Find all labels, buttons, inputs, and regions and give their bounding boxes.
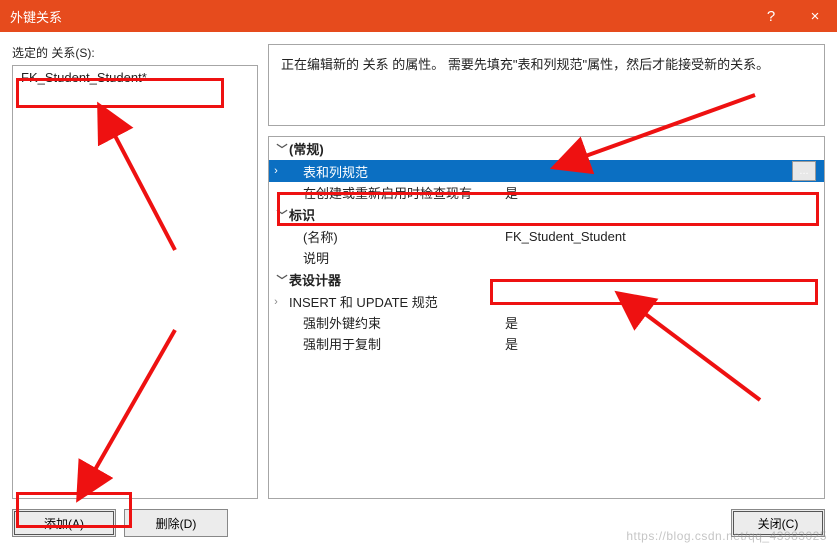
dialog-content: 选定的 关系(S): FK_Student_Student* 添加(A) 删除(… <box>0 32 837 549</box>
section-general[interactable]: ﹀ (常规) <box>269 137 824 160</box>
val-enforce-fk: 是 <box>501 313 818 332</box>
row-name[interactable]: (名称) FK_Student_Student <box>269 226 824 247</box>
key-check-existing: 在创建或重新启用时检查现有 <box>283 183 501 202</box>
titlebar: 外键关系 ? × <box>0 0 837 32</box>
help-icon[interactable]: ? <box>749 0 793 32</box>
val-enforce-repl: 是 <box>501 334 818 353</box>
section-ident[interactable]: ﹀ 标识 <box>269 203 824 226</box>
key-desc: 说明 <box>283 248 501 267</box>
key-enforce-repl: 强制用于复制 <box>283 334 501 353</box>
section-designer[interactable]: ﹀ 表设计器 <box>269 268 824 291</box>
section-general-label: (常规) <box>289 139 324 158</box>
add-button[interactable]: 添加(A) <box>12 509 116 537</box>
left-button-row: 添加(A) 删除(D) <box>12 509 258 537</box>
description-box: 正在编辑新的 关系 的属性。 需要先填充"表和列规范"属性，然后才能接受新的关系… <box>268 44 825 126</box>
chevron-down-icon: ﹀ <box>275 207 289 223</box>
close-icon[interactable]: × <box>793 0 837 32</box>
key-insert-update: INSERT 和 UPDATE 规范 <box>283 292 501 311</box>
key-enforce-fk: 强制外键约束 <box>283 313 501 332</box>
delete-button[interactable]: 删除(D) <box>124 509 228 537</box>
chevron-down-icon: ﹀ <box>275 141 289 157</box>
row-desc[interactable]: 说明 <box>269 247 824 268</box>
val-name[interactable]: FK_Student_Student <box>501 229 818 244</box>
chevron-right-icon: › <box>269 165 283 177</box>
left-panel: 选定的 关系(S): FK_Student_Student* 添加(A) 删除(… <box>12 44 258 537</box>
property-grid[interactable]: ﹀ (常规) › 表和列规范 ... 在创建或重新启用时检查现有 是 ﹀ 标识 <box>268 136 825 499</box>
row-insert-update[interactable]: › INSERT 和 UPDATE 规范 <box>269 291 824 312</box>
chevron-right-icon: › <box>269 296 283 308</box>
ellipsis-button[interactable]: ... <box>792 161 816 181</box>
key-name: (名称) <box>283 227 501 246</box>
row-enforce-fk[interactable]: 强制外键约束 是 <box>269 312 824 333</box>
section-designer-label: 表设计器 <box>289 270 341 289</box>
watermark: https://blog.csdn.net/qq_43983025 <box>626 529 827 543</box>
val-check-existing: 是 <box>501 183 818 202</box>
chevron-down-icon: ﹀ <box>275 272 289 288</box>
relation-item[interactable]: FK_Student_Student* <box>13 66 257 89</box>
section-ident-label: 标识 <box>289 205 315 224</box>
right-panel: 正在编辑新的 关系 的属性。 需要先填充"表和列规范"属性，然后才能接受新的关系… <box>268 44 825 537</box>
key-table-col-spec: 表和列规范 <box>283 162 501 181</box>
row-check-existing[interactable]: 在创建或重新启用时检查现有 是 <box>269 182 824 203</box>
row-table-col-spec[interactable]: › 表和列规范 ... <box>269 160 824 182</box>
row-enforce-repl[interactable]: 强制用于复制 是 <box>269 333 824 354</box>
window-title: 外键关系 <box>10 7 62 26</box>
relations-listbox[interactable]: FK_Student_Student* <box>12 65 258 499</box>
relations-label: 选定的 关系(S): <box>12 44 258 61</box>
